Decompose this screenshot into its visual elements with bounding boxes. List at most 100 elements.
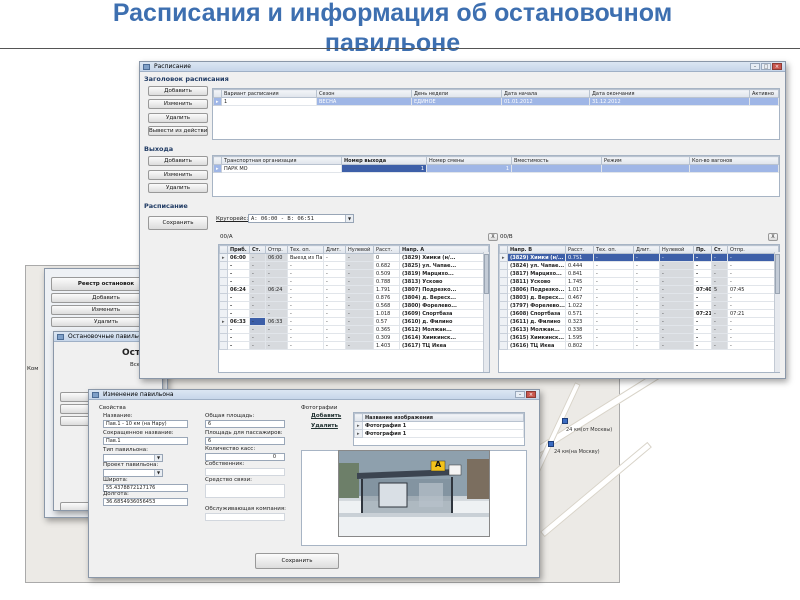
table-cell[interactable]: - — [711, 325, 728, 334]
col-header[interactable]: Вариант расписания — [221, 89, 317, 98]
col-header[interactable]: Транспортная организация — [221, 156, 342, 165]
col-header[interactable]: Нулевой — [659, 245, 694, 254]
table-cell[interactable]: - — [727, 301, 779, 310]
pavilion-add-button[interactable] — [60, 392, 90, 402]
table-cell[interactable]: - — [323, 253, 346, 262]
table-cell[interactable]: - — [659, 269, 694, 278]
bus-stop-icon[interactable] — [548, 441, 554, 447]
table-cell[interactable]: 0.323 — [565, 317, 594, 326]
col-header[interactable]: Кол-во вагонов — [689, 156, 779, 165]
table-cell[interactable]: (3806) Подрезко... — [507, 285, 566, 294]
table-cell[interactable]: - — [727, 341, 779, 350]
table-cell[interactable]: - — [345, 293, 374, 302]
table-cell[interactable]: 0.57 — [373, 317, 400, 326]
col-header[interactable]: Сезон — [316, 89, 412, 98]
table-cell[interactable]: - — [345, 333, 374, 342]
table-cell[interactable]: - — [693, 325, 712, 334]
table-cell[interactable]: - — [633, 285, 660, 294]
table-cell[interactable]: 0.309 — [373, 333, 400, 342]
table-cell[interactable]: 0.571 — [565, 309, 594, 318]
table-cell[interactable]: - — [323, 341, 346, 350]
table-cell[interactable]: - — [633, 293, 660, 302]
col-header[interactable]: Ст. — [249, 245, 266, 254]
table-cell[interactable]: - — [727, 325, 779, 334]
passenger-area-field[interactable]: 6 — [205, 437, 285, 445]
table-cell[interactable]: 07:40 — [693, 285, 712, 294]
direction-b-scrollbar[interactable] — [774, 252, 780, 372]
direction-a-grid[interactable]: Приб. Ст. Отпр. Тех. оп. Длит. Нулевой Р… — [218, 244, 490, 373]
direction-b-close-button[interactable]: X — [768, 233, 778, 241]
col-header[interactable]: Отпр. — [265, 245, 288, 254]
pavilion-edit-button[interactable] — [60, 404, 90, 414]
table-cell[interactable]: (3617) ТЦ Икеа — [399, 341, 489, 350]
table-cell[interactable]: - — [323, 301, 346, 310]
pavilion-save-button[interactable]: Сохранить — [255, 553, 339, 569]
table-cell[interactable]: - — [593, 285, 634, 294]
col-header[interactable]: Отпр. — [727, 245, 779, 254]
table-cell[interactable]: - — [633, 253, 660, 262]
table-cell[interactable]: (3829) Химки (н/... — [507, 253, 566, 262]
col-header[interactable]: Расст. — [565, 245, 594, 254]
table-cell[interactable]: 0.467 — [565, 293, 594, 302]
col-header[interactable]: Ст. — [711, 245, 728, 254]
table-cell[interactable]: - — [727, 277, 779, 286]
table-cell[interactable]: (3804) д. Вересх... — [399, 293, 489, 302]
exits-grid[interactable]: Транспортная организация Номер выхода Номе… — [212, 155, 780, 197]
table-cell[interactable]: - — [593, 301, 634, 310]
table-row[interactable]: (3817) Марцихо... 0.841- - - - - - — [499, 269, 779, 278]
table-cell[interactable]: 0.751 — [565, 253, 594, 262]
table-cell[interactable]: (3614) Химкинск... — [399, 333, 489, 342]
table-cell[interactable]: - — [593, 293, 634, 302]
table-cell[interactable]: - — [633, 325, 660, 334]
variant-delete-button[interactable]: Удалить — [148, 113, 208, 123]
table-row[interactable]: - - - - - -0.365 (3612) Молжан... — [219, 325, 489, 334]
table-cell[interactable]: - — [265, 325, 288, 334]
table-cell[interactable]: - — [711, 309, 728, 318]
table-row[interactable]: - - - - - -0.682 (3825) ул. Чапае... — [219, 261, 489, 270]
table-cell[interactable]: - — [249, 317, 266, 326]
table-cell[interactable]: (3807) Подрезко... — [399, 285, 489, 294]
bus-stop-icon[interactable] — [562, 418, 568, 424]
table-cell[interactable]: (3800) Форелево... — [399, 301, 489, 310]
table-cell[interactable]: - — [249, 285, 266, 294]
name-field[interactable]: Пав.1 - 10 км (на Нару) — [103, 420, 188, 428]
col-header[interactable]: Тех. оп. — [593, 245, 634, 254]
table-cell[interactable]: - — [693, 333, 712, 342]
table-cell[interactable]: 0.444 — [565, 261, 594, 270]
table-cell[interactable]: - — [287, 301, 324, 310]
table-cell[interactable]: (3825) ул. Чапае... — [399, 261, 489, 270]
table-cell[interactable]: - — [633, 341, 660, 350]
table-cell[interactable]: - — [693, 317, 712, 326]
table-cell[interactable]: - — [711, 253, 728, 262]
table-cell[interactable]: 1.017 — [565, 285, 594, 294]
table-row[interactable]: ▸06:00-06:00Выезд из Па...--0(3829) Химк… — [219, 253, 489, 262]
table-cell[interactable]: (3803) д. Вересх... — [507, 293, 566, 302]
table-row[interactable]: ▸ (3829) Химки (н/... 0.751- - - - - - — [499, 253, 779, 262]
table-cell[interactable]: - — [633, 309, 660, 318]
table-cell[interactable]: - — [323, 285, 346, 294]
table-row[interactable]: (3615) Химкинск... 1.595- - - - - - — [499, 333, 779, 342]
table-cell[interactable]: - — [265, 333, 288, 342]
table-cell[interactable]: - — [265, 269, 288, 278]
table-row[interactable]: (3803) д. Вересх... 0.467- - - - - - — [499, 293, 779, 302]
chevron-down-icon[interactable]: ▼ — [154, 470, 162, 476]
table-cell[interactable]: - — [265, 261, 288, 270]
table-cell[interactable]: (3609) Спортбаза — [399, 309, 489, 318]
longitude-field[interactable]: 36.6854936056453 — [103, 498, 188, 506]
table-cell[interactable]: 0.365 — [373, 325, 400, 334]
table-cell[interactable]: - — [249, 325, 266, 334]
table-row[interactable]: ▸ 06:33-06:33- - -0.57 (3610) д. Филино — [219, 317, 489, 326]
table-cell[interactable]: (3611) д. Филино — [507, 317, 566, 326]
list-item[interactable]: ▸ Фотография 1 — [354, 421, 524, 430]
table-row[interactable]: (3824) ул. Чапае... 0.444- - - - - - — [499, 261, 779, 270]
maximize-icon[interactable]: □ — [761, 63, 771, 70]
table-cell[interactable]: 1.745 — [565, 277, 594, 286]
table-cell[interactable]: - — [345, 301, 374, 310]
col-header[interactable]: Напр. А — [399, 245, 489, 254]
table-cell[interactable]: - — [227, 293, 250, 302]
table-cell[interactable]: - — [323, 325, 346, 334]
table-cell[interactable]: - — [345, 253, 374, 262]
table-cell[interactable]: - — [227, 261, 250, 270]
table-cell[interactable]: (3819) Марцихо... — [399, 269, 489, 278]
table-cell[interactable]: - — [711, 341, 728, 350]
